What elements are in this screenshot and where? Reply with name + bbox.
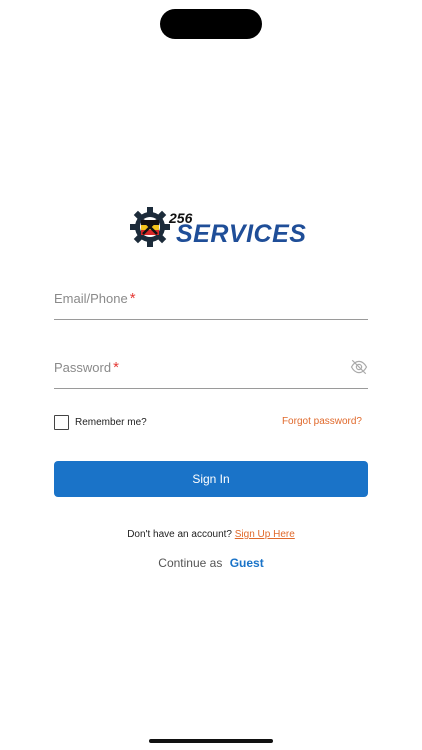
sign-up-link[interactable]: Sign Up Here	[235, 529, 295, 540]
sign-in-button[interactable]: Sign In	[54, 461, 368, 497]
remember-checkbox[interactable]	[54, 414, 69, 430]
password-input[interactable]	[54, 352, 334, 386]
password-field[interactable]: Password *	[54, 352, 368, 389]
email-field[interactable]: Email/Phone *	[54, 283, 368, 320]
forgot-password-link[interactable]: Forgot password?	[282, 416, 362, 427]
eye-off-icon[interactable]	[350, 358, 368, 376]
continue-as-text: Continue as	[158, 556, 223, 570]
home-indicator	[149, 739, 273, 743]
guest-link[interactable]: Guest	[230, 556, 264, 570]
guest-row: Continue as Guest	[0, 556, 422, 570]
email-input[interactable]	[54, 283, 334, 317]
gear-icon	[130, 207, 170, 247]
logo-wordmark: SERVICES	[176, 220, 307, 248]
dynamic-island	[160, 9, 262, 39]
signup-prompt: Don't have an account?	[127, 529, 232, 540]
remember-me[interactable]: Remember me?	[54, 413, 147, 431]
signup-row: Don't have an account? Sign Up Here	[0, 529, 422, 540]
remember-label: Remember me?	[75, 416, 147, 428]
